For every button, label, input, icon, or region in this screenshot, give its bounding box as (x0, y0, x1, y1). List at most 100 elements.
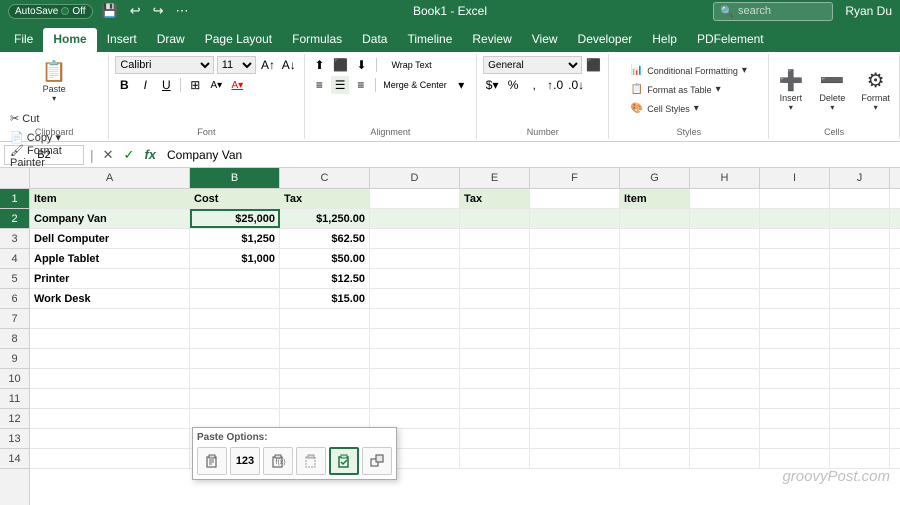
cell-h10[interactable] (690, 369, 760, 388)
cell-styles-dropdown[interactable]: ▾ (694, 103, 699, 114)
increase-font-btn[interactable]: A↑ (259, 56, 277, 74)
cell-i9[interactable] (760, 349, 830, 368)
cell-b12[interactable] (190, 409, 280, 428)
cell-e4[interactable] (460, 249, 530, 268)
decrease-font-btn[interactable]: A↓ (280, 56, 298, 74)
font-size-select[interactable]: 11 (217, 56, 256, 74)
cell-h4[interactable] (690, 249, 760, 268)
tab-developer[interactable]: Developer (568, 28, 643, 52)
cell-styles-btn[interactable]: 🎨 Cell Styles ▾ (627, 101, 703, 116)
cell-j12[interactable] (830, 409, 890, 428)
cell-d4[interactable] (370, 249, 460, 268)
tab-formulas[interactable]: Formulas (282, 28, 352, 52)
border-button[interactable]: ⊞ (186, 76, 204, 94)
decrease-decimal-btn[interactable]: .0↓ (567, 76, 585, 94)
cell-f10[interactable] (530, 369, 620, 388)
cell-a6[interactable]: Work Desk (30, 289, 190, 308)
cell-a11[interactable] (30, 389, 190, 408)
cell-i10[interactable] (760, 369, 830, 388)
cell-c5[interactable]: $12.50 (280, 269, 370, 288)
cell-j2[interactable] (830, 209, 890, 228)
search-input[interactable] (738, 5, 828, 17)
cell-d8[interactable] (370, 329, 460, 348)
cell-e2[interactable] (460, 209, 530, 228)
cell-f14[interactable] (530, 449, 620, 468)
row-header-10[interactable]: 10 (0, 369, 29, 389)
cell-f11[interactable] (530, 389, 620, 408)
more-commands-icon[interactable]: ⋯ (173, 2, 192, 20)
row-header-12[interactable]: 12 (0, 409, 29, 429)
cell-f2[interactable] (530, 209, 620, 228)
format-dropdown[interactable]: ▾ (874, 103, 878, 112)
tab-home[interactable]: Home (43, 28, 96, 52)
undo-icon[interactable]: ↩ (127, 2, 144, 20)
cell-i12[interactable] (760, 409, 830, 428)
cell-j9[interactable] (830, 349, 890, 368)
currency-btn[interactable]: $▾ (483, 76, 501, 94)
cell-e14[interactable] (460, 449, 530, 468)
percent-btn[interactable]: % (504, 76, 522, 94)
cell-f12[interactable] (530, 409, 620, 428)
number-format-expand[interactable]: ⬛ (585, 56, 603, 74)
cell-e13[interactable] (460, 429, 530, 448)
cell-j14[interactable] (830, 449, 890, 468)
col-header-c[interactable]: C (280, 168, 370, 188)
cell-g2[interactable] (620, 209, 690, 228)
cell-d9[interactable] (370, 349, 460, 368)
cell-a1[interactable]: Item (30, 189, 190, 208)
fx-label[interactable]: fx (141, 146, 159, 163)
cell-g12[interactable] (620, 409, 690, 428)
cell-g5[interactable] (620, 269, 690, 288)
cell-i2[interactable] (760, 209, 830, 228)
cell-i1[interactable] (760, 189, 830, 208)
paste-opt-3[interactable]: f(x) (263, 447, 293, 475)
cell-b10[interactable] (190, 369, 280, 388)
row-header-3[interactable]: 3 (0, 229, 29, 249)
cell-i3[interactable] (760, 229, 830, 248)
cell-j10[interactable] (830, 369, 890, 388)
cell-b8[interactable] (190, 329, 280, 348)
cell-f3[interactable] (530, 229, 620, 248)
row-header-4[interactable]: 4 (0, 249, 29, 269)
format-cells-btn[interactable]: ⚙ Format ▾ (857, 60, 894, 120)
cell-e11[interactable] (460, 389, 530, 408)
format-table-dropdown[interactable]: ▾ (716, 84, 721, 95)
cell-g14[interactable] (620, 449, 690, 468)
cell-h2[interactable] (690, 209, 760, 228)
tab-draw[interactable]: Draw (147, 28, 195, 52)
cell-a13[interactable] (30, 429, 190, 448)
cell-a3[interactable]: Dell Computer (30, 229, 190, 248)
cell-d6[interactable] (370, 289, 460, 308)
col-header-j[interactable]: J (830, 168, 890, 188)
cell-f9[interactable] (530, 349, 620, 368)
cell-i11[interactable] (760, 389, 830, 408)
increase-decimal-btn[interactable]: ↑.0 (546, 76, 564, 94)
font-color-button[interactable]: A▾ (228, 76, 246, 94)
cell-g8[interactable] (620, 329, 690, 348)
font-family-select[interactable]: Calibri (115, 56, 213, 74)
row-header-13[interactable]: 13 (0, 429, 29, 449)
delete-cells-btn[interactable]: ➖ Delete ▾ (815, 60, 849, 120)
col-header-h[interactable]: H (690, 168, 760, 188)
tab-timeline[interactable]: Timeline (397, 28, 462, 52)
cell-b11[interactable] (190, 389, 280, 408)
cell-c9[interactable] (280, 349, 370, 368)
cell-j7[interactable] (830, 309, 890, 328)
cell-b7[interactable] (190, 309, 280, 328)
cell-a12[interactable] (30, 409, 190, 428)
cell-h5[interactable] (690, 269, 760, 288)
cell-j8[interactable] (830, 329, 890, 348)
cell-h11[interactable] (690, 389, 760, 408)
format-table-btn[interactable]: 📋 Format as Table ▾ (627, 82, 725, 97)
fill-color-button[interactable]: A▾ (207, 76, 225, 94)
cell-c10[interactable] (280, 369, 370, 388)
cell-d2[interactable] (370, 209, 460, 228)
tab-review[interactable]: Review (462, 28, 521, 52)
tab-page-layout[interactable]: Page Layout (195, 28, 282, 52)
cell-f5[interactable] (530, 269, 620, 288)
cell-a4[interactable]: Apple Tablet (30, 249, 190, 268)
wrap-text-btn[interactable]: Wrap Text (382, 56, 442, 74)
align-left-btn[interactable]: ≡ (311, 76, 329, 94)
cell-g6[interactable] (620, 289, 690, 308)
number-format-select[interactable]: General (483, 56, 581, 74)
